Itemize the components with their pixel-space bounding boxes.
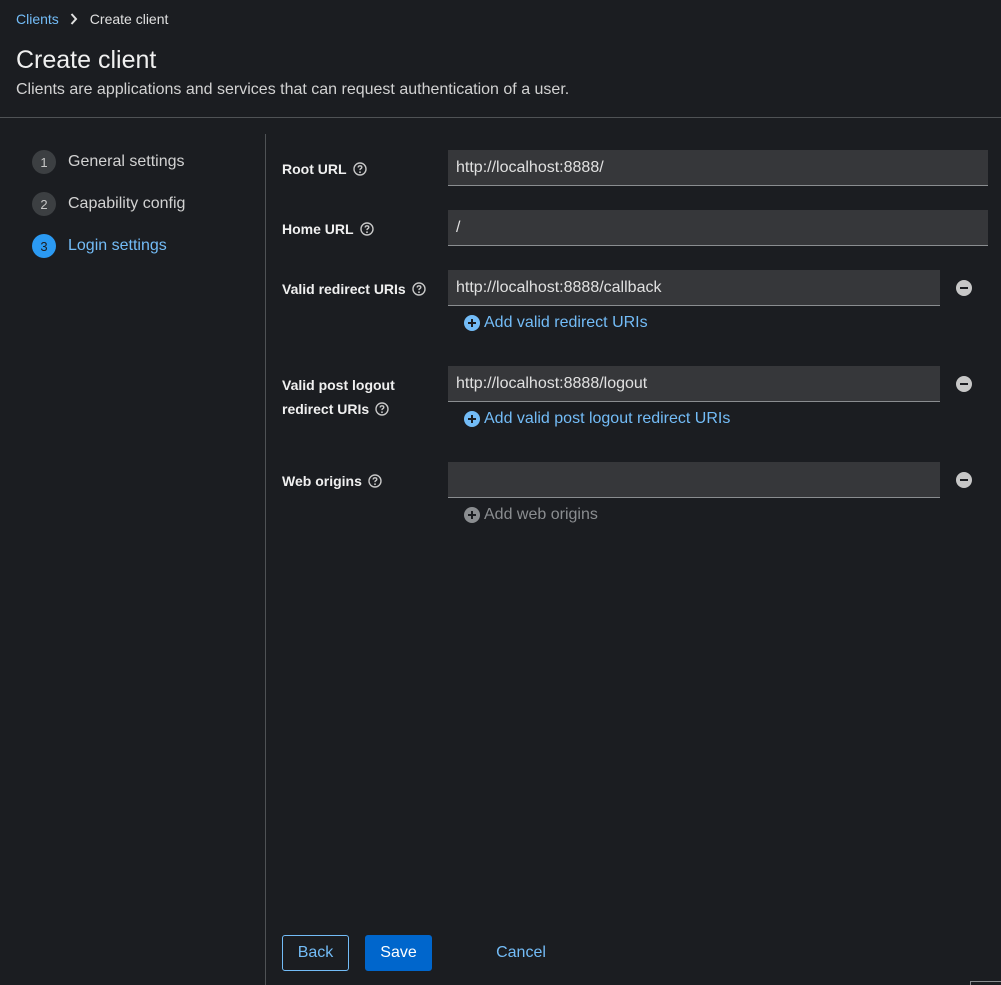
breadcrumb: Clients Create client bbox=[16, 11, 168, 27]
header-divider bbox=[0, 117, 1001, 118]
breadcrumb-clients-link[interactable]: Clients bbox=[16, 11, 59, 27]
minus-circle-icon[interactable] bbox=[956, 376, 972, 392]
minus-circle-icon[interactable] bbox=[956, 472, 972, 488]
home-url-label-text: Home URL bbox=[282, 221, 354, 237]
valid-post-logout-label-line1: Valid post logout bbox=[282, 377, 395, 393]
cancel-button[interactable]: Cancel bbox=[482, 935, 560, 971]
step-label: General settings bbox=[68, 153, 185, 170]
back-button[interactable]: Back bbox=[282, 935, 349, 971]
help-icon[interactable] bbox=[359, 222, 374, 236]
page-title: Create client bbox=[16, 46, 157, 74]
corner-mark bbox=[970, 981, 1001, 985]
nav-divider bbox=[265, 134, 266, 985]
add-web-origins-button[interactable]: Add web origins bbox=[464, 506, 598, 524]
web-origins-label-text: Web origins bbox=[282, 473, 362, 489]
wizard-step-general-settings[interactable]: 1 General settings bbox=[32, 150, 185, 174]
valid-post-logout-label-line2: redirect URIs bbox=[282, 401, 370, 417]
root-url-input[interactable] bbox=[448, 150, 988, 186]
valid-redirect-uris-label: Valid redirect URIs bbox=[282, 277, 426, 301]
step-number: 3 bbox=[32, 234, 56, 258]
help-icon[interactable] bbox=[352, 162, 367, 176]
page-subtitle: Clients are applications and services th… bbox=[16, 81, 570, 98]
web-origins-input[interactable] bbox=[448, 462, 940, 498]
step-number: 2 bbox=[32, 192, 56, 216]
plus-circle-icon bbox=[464, 507, 480, 523]
wizard-step-capability-config[interactable]: 2 Capability config bbox=[32, 192, 185, 216]
add-valid-post-logout-uri-label: Add valid post logout redirect URIs bbox=[484, 410, 731, 427]
home-url-label: Home URL bbox=[282, 217, 374, 241]
valid-post-logout-uri-input[interactable] bbox=[448, 366, 940, 402]
root-url-label: Root URL bbox=[282, 157, 367, 181]
chevron-right-icon bbox=[70, 13, 78, 25]
wizard-step-login-settings[interactable]: 3 Login settings bbox=[32, 234, 185, 258]
breadcrumb-current: Create client bbox=[89, 11, 169, 27]
web-origins-label: Web origins bbox=[282, 469, 382, 493]
plus-circle-icon bbox=[464, 411, 480, 427]
step-label: Capability config bbox=[68, 195, 186, 212]
valid-redirect-uri-input[interactable] bbox=[448, 270, 940, 306]
wizard-nav: 1 General settings 2 Capability config 3… bbox=[32, 150, 185, 276]
plus-circle-icon bbox=[464, 315, 480, 331]
valid-redirect-uris-label-text: Valid redirect URIs bbox=[282, 281, 406, 297]
help-icon[interactable] bbox=[375, 402, 389, 416]
save-button[interactable]: Save bbox=[365, 935, 432, 971]
step-label: Login settings bbox=[68, 237, 167, 254]
step-number: 1 bbox=[32, 150, 56, 174]
home-url-input[interactable] bbox=[448, 210, 988, 246]
add-valid-redirect-uri-button[interactable]: Add valid redirect URIs bbox=[464, 314, 648, 332]
valid-post-logout-label: Valid post logout redirect URIs bbox=[282, 373, 395, 421]
help-icon[interactable] bbox=[368, 474, 382, 488]
add-valid-post-logout-uri-button[interactable]: Add valid post logout redirect URIs bbox=[464, 410, 730, 428]
add-valid-redirect-uri-label: Add valid redirect URIs bbox=[484, 314, 648, 331]
root-url-label-text: Root URL bbox=[282, 161, 347, 177]
help-icon[interactable] bbox=[412, 282, 426, 296]
minus-circle-icon[interactable] bbox=[956, 280, 972, 296]
add-web-origins-label: Add web origins bbox=[484, 506, 598, 523]
